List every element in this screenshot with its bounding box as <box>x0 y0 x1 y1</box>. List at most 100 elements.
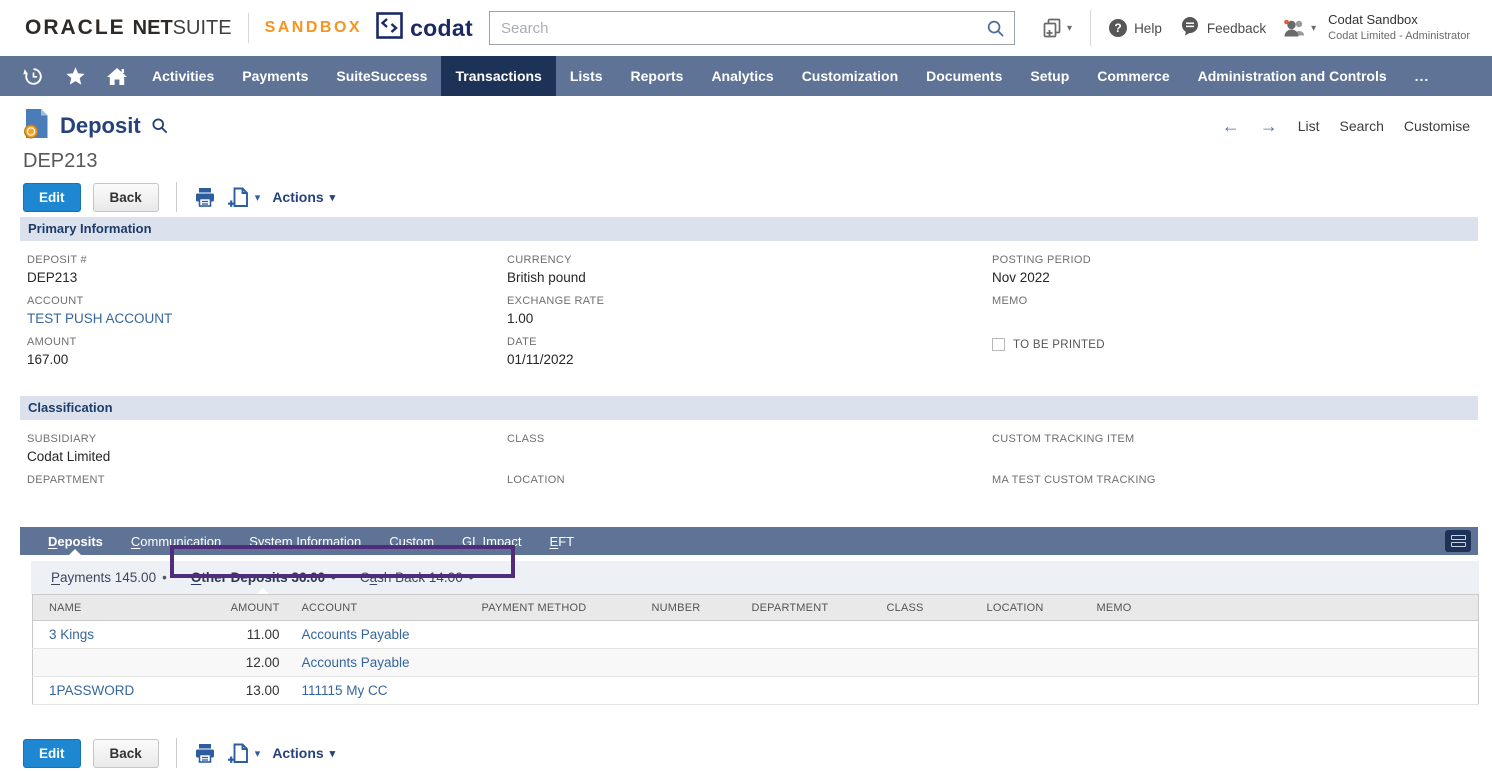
divider <box>176 738 177 768</box>
edit-button[interactable]: Edit <box>23 183 81 212</box>
field-deposit-number: DEPOSIT # DEP213 <box>27 254 507 286</box>
record-tabbar: Deposits Communication System Informatio… <box>20 527 1478 555</box>
nav-item-administration[interactable]: Administration and Controls <box>1184 56 1401 96</box>
col-memo: MEMO <box>1083 595 1479 621</box>
account-link[interactable]: Accounts Payable <box>302 627 410 642</box>
nav-item-activities[interactable]: Activities <box>138 56 228 96</box>
nav-item-transactions[interactable]: Transactions <box>441 56 555 96</box>
nav-item-lists[interactable]: Lists <box>556 56 617 96</box>
header-actions: Help Feedback Codat Sandbox Codat Limite… <box>1041 10 1470 46</box>
save-as-new-icon[interactable] <box>228 742 261 764</box>
list-link[interactable]: List <box>1298 118 1320 134</box>
col-amount: AMOUNT <box>218 595 288 621</box>
account-switcher[interactable]: Codat Sandbox Codat Limited - Administra… <box>1328 12 1470 43</box>
tab-gl-impact[interactable]: GL Impact <box>448 527 536 555</box>
divider <box>248 13 249 43</box>
account-link[interactable]: 111115 My CC <box>302 683 388 698</box>
nav-item-more[interactable]: ... <box>1401 56 1444 96</box>
field-account: ACCOUNT TEST PUSH ACCOUNT <box>27 295 507 327</box>
nav-item-commerce[interactable]: Commerce <box>1083 56 1183 96</box>
feedback-icon <box>1180 16 1200 41</box>
field-date: DATE 01/11/2022 <box>507 336 992 368</box>
actions-label: Actions <box>272 745 323 761</box>
col-location: LOCATION <box>973 595 1083 621</box>
tab-system-information[interactable]: System Information <box>235 527 375 555</box>
home-icon[interactable] <box>96 56 138 96</box>
nav-item-customization[interactable]: Customization <box>788 56 912 96</box>
record-toolbar-top: Edit Back Actions <box>23 182 1492 212</box>
field-ma-test-custom-tracking: MA TEST CUSTOM TRACKING <box>992 474 1492 506</box>
table-row[interactable]: 3 Kings 11.00 Accounts Payable <box>33 621 1479 649</box>
account-link[interactable]: TEST PUSH ACCOUNT <box>27 311 507 327</box>
nav-item-analytics[interactable]: Analytics <box>697 56 787 96</box>
edit-button[interactable]: Edit <box>23 739 81 768</box>
nav-item-documents[interactable]: Documents <box>912 56 1016 96</box>
print-icon[interactable] <box>194 742 216 764</box>
search-icon[interactable] <box>986 19 1005 43</box>
field-department: DEPARTMENT <box>27 474 507 506</box>
help-menu[interactable]: Help <box>1109 19 1162 37</box>
name-link[interactable]: 3 Kings <box>49 627 94 642</box>
recent-records-icon[interactable] <box>12 56 54 96</box>
feedback-menu[interactable]: Feedback <box>1180 16 1266 41</box>
name-link[interactable]: 1PASSWORD <box>49 683 134 698</box>
shortcuts-star-icon[interactable] <box>54 56 96 96</box>
record-quicklinks: List Search Customise <box>1222 117 1470 135</box>
back-button[interactable]: Back <box>93 183 159 212</box>
tab-communication[interactable]: Communication <box>117 527 235 555</box>
main-nav: Activities Payments SuiteSuccess Transac… <box>0 56 1492 96</box>
tab-eft[interactable]: EFT <box>536 527 589 555</box>
subtab-other-deposits[interactable]: Other Deposits 36.00 <box>179 561 348 594</box>
previous-record-arrow-icon[interactable] <box>1222 117 1240 135</box>
next-record-arrow-icon[interactable] <box>1260 117 1278 135</box>
col-account: ACCOUNT <box>288 595 468 621</box>
save-as-new-icon[interactable] <box>228 186 261 208</box>
help-icon <box>1109 19 1127 37</box>
actions-label: Actions <box>272 189 323 205</box>
record-title-row: Deposit List Search Customise <box>0 96 1492 144</box>
nav-item-reports[interactable]: Reports <box>617 56 698 96</box>
divider <box>176 182 177 212</box>
record-id: DEP213 <box>23 150 1492 173</box>
customise-link[interactable]: Customise <box>1404 118 1470 134</box>
page-title: Deposit <box>60 111 141 141</box>
field-to-be-printed: TO BE PRINTED <box>992 338 1492 351</box>
table-row[interactable]: 12.00 Accounts Payable <box>33 649 1479 677</box>
field-class: CLASS <box>507 433 992 465</box>
oracle-wordmark: ORACLE <box>25 16 126 40</box>
codat-icon <box>376 12 403 44</box>
oracle-netsuite-logo: ORACLE NETSUITE <box>25 16 232 40</box>
col-department: DEPARTMENT <box>738 595 873 621</box>
table-row[interactable]: 1PASSWORD 13.00 111115 My CC <box>33 677 1479 705</box>
to-be-printed-checkbox[interactable] <box>992 338 1005 351</box>
print-icon[interactable] <box>194 186 216 208</box>
account-link[interactable]: Accounts Payable <box>302 655 410 670</box>
tab-custom[interactable]: Custom <box>375 527 448 555</box>
search-link[interactable]: Search <box>1340 118 1384 134</box>
top-header: ORACLE NETSUITE SANDBOX codat Help Feedb… <box>0 0 1492 56</box>
field-location: LOCATION <box>507 474 992 506</box>
record-search-icon[interactable] <box>151 117 168 139</box>
codat-wordmark: codat <box>410 15 473 42</box>
back-button[interactable]: Back <box>93 739 159 768</box>
actions-menu[interactable]: Actions <box>272 745 335 761</box>
field-exchange-rate: EXCHANGE RATE 1.00 <box>507 295 992 327</box>
col-number: NUMBER <box>638 595 738 621</box>
tab-deposits[interactable]: Deposits <box>34 527 117 555</box>
nav-item-setup[interactable]: Setup <box>1016 56 1083 96</box>
account-role: Codat Limited - Administrator <box>1328 29 1470 43</box>
deposit-record-icon <box>23 108 50 144</box>
netsuite-wordmark-bold: NET <box>133 17 173 40</box>
roles-icon[interactable] <box>1282 17 1316 40</box>
actions-menu[interactable]: Actions <box>272 189 335 205</box>
subtab-cash-back[interactable]: Cash Back 14.00 <box>348 561 486 594</box>
toggle-view-icon[interactable] <box>1445 530 1471 552</box>
global-search <box>489 11 1015 45</box>
primary-information-fields: DEPOSIT # DEP213 ACCOUNT TEST PUSH ACCOU… <box>0 241 1492 377</box>
field-memo: MEMO <box>992 295 1492 327</box>
nav-item-payments[interactable]: Payments <box>228 56 322 96</box>
global-search-input[interactable] <box>490 20 1014 37</box>
nav-item-suitesuccess[interactable]: SuiteSuccess <box>322 56 441 96</box>
subtab-payments[interactable]: Payments 145.00 <box>39 561 179 594</box>
create-new-icon[interactable] <box>1041 17 1072 39</box>
